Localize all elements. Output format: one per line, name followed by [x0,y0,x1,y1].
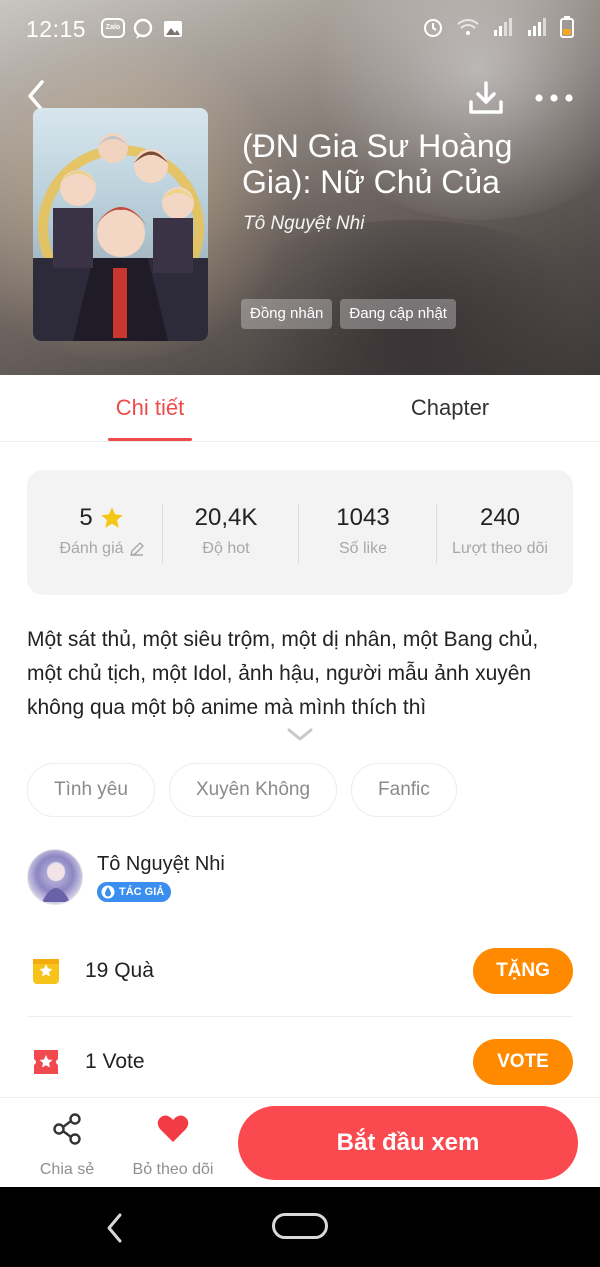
vote-button[interactable]: VOTE [473,1039,573,1085]
bottom-action-bar: Chia sẻ Bỏ theo dõi Bắt đầu xem [0,1097,600,1187]
unfollow-button[interactable]: Bỏ theo dõi [128,1112,218,1179]
author-avatar[interactable] [27,849,83,905]
status-icons [422,16,574,38]
followers-value: 240 [479,504,521,531]
status-bar: 12:15 Zalo [0,0,600,60]
status-time: 12:15 [26,16,87,42]
tab-bar: Chi tiết Chapter [0,375,600,442]
battery-icon [560,16,574,38]
active-tab-indicator [108,438,192,441]
gift-count: 19 Quà [85,959,154,982]
tag-list: Tình yêu Xuyên Không Fanfic [27,763,457,817]
gift-icon [33,959,59,984]
zalo-notification-icon: Zalo [101,18,125,38]
genre-chip[interactable]: Đồng nhân [241,299,333,329]
alarm-icon [424,19,442,37]
water-drop-icon [101,885,115,899]
genre-chips: Đồng nhân Đang cập nhật [241,299,456,329]
likes-value: 1043 [336,504,390,531]
start-reading-button[interactable]: Bắt đầu xem [238,1106,578,1180]
signal-icon-1 [494,18,512,36]
more-options-icon[interactable] [532,86,576,110]
stat-likes: 1043 Số like [298,504,428,558]
stat-rating[interactable]: 5 Đánh giá [37,504,167,558]
share-button[interactable]: Chia sẻ [22,1112,112,1179]
system-back-icon[interactable] [100,1211,130,1245]
hot-label: Độ hot [202,540,250,557]
wifi-icon [457,19,479,35]
share-icon [53,1113,81,1145]
heart-icon [157,1115,189,1142]
status-chip[interactable]: Đang cập nhật [340,299,456,329]
tab-detail[interactable]: Chi tiết [100,395,200,421]
book-author[interactable]: Tô Nguyệt Nhi [243,213,364,235]
image-notification-icon [164,21,182,37]
stats-panel: 5 Đánh giá 20,4K Độ hot 1043 Số like 240… [27,470,573,595]
author-name[interactable]: Tô Nguyệt Nhi [97,853,225,876]
book-description: Một sát thủ, một siêu trộm, một dị nhân,… [27,628,539,719]
tag-item[interactable]: Xuyên Không [168,763,338,817]
system-home-button[interactable] [272,1213,328,1239]
author-card[interactable]: Tô Nguyệt Nhi TÁC GIẢ [27,849,573,909]
stat-hot: 20,4K Độ hot [161,504,291,558]
expand-chevron-down-icon[interactable] [286,727,314,743]
unfollow-label: Bỏ theo dõi [132,1161,214,1178]
tab-chapter[interactable]: Chapter [395,395,505,421]
author-badge: TÁC GIẢ [97,882,172,902]
tag-item[interactable]: Fanfic [351,763,457,817]
stat-followers: 240 Lượt theo dõi [435,504,565,558]
followers-label: Lượt theo dõi [452,540,548,557]
rating-value: 5 [79,504,93,531]
book-cover-image [33,108,208,341]
hot-value: 20,4K [194,504,258,531]
edit-pencil-icon[interactable] [129,541,145,557]
system-nav-bar [0,1187,600,1267]
tag-item[interactable]: Tình yêu [27,763,155,817]
give-gift-button[interactable]: TẶNG [473,948,573,994]
signal-icon-2 [528,18,546,36]
messenger-notification-icon [133,18,153,39]
book-title: (ĐN Gia Sư Hoàng Gia): Nữ Chủ Của [242,128,513,200]
gift-row: 19 Quà TẶNG [27,942,573,1002]
download-icon[interactable] [466,78,506,118]
cover-illustration [33,133,208,341]
likes-label: Số like [338,540,388,557]
avatar-illustration [42,862,70,902]
vote-row: 1 Vote VOTE [27,1033,573,1093]
share-label: Chia sẻ [39,1161,95,1178]
book-header: 12:15 Zalo (ĐN Gia Sư Hoàng Gia): Nữ Chủ… [0,0,600,375]
vote-ticket-icon [34,1050,58,1074]
star-icon [100,507,123,528]
author-badge-label: TÁC GIẢ [119,886,165,898]
divider [27,1016,573,1017]
rating-label: Đánh giá [59,540,124,557]
vote-count: 1 Vote [85,1050,145,1073]
